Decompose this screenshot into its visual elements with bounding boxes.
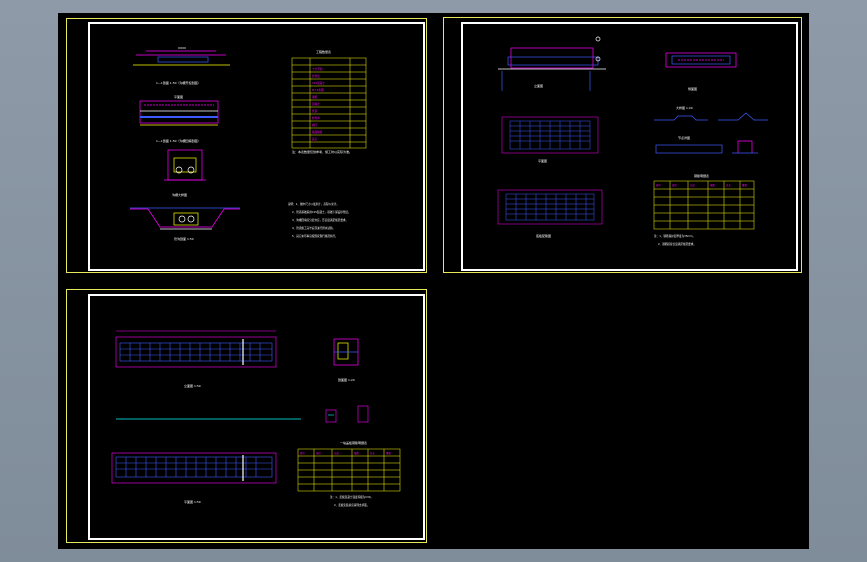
sheet3-elevation bbox=[115, 330, 277, 368]
table-header-cell: 重量 bbox=[386, 451, 391, 455]
note-line: 注：1、盖板混凝土强度等级为C30。 bbox=[330, 495, 373, 499]
table-header-cell: 总长 bbox=[370, 451, 375, 455]
sheet-3-drawing: 立面图 1:50 平面图 1:50 剖面图 1:20 一块盖板钢筋明细表 编号 … bbox=[111, 330, 401, 507]
note-line: 2、盖板安装前应清理支承面。 bbox=[334, 503, 369, 507]
sheet3-notes: 注：1、盖板混凝土强度等级为C30。 2、盖板安装前应清理支承面。 bbox=[330, 495, 373, 507]
drawing-canvas[interactable]: 1—1剖面 1:50（沟槽开挖剖面） 平面图 1—1剖面 1:50（沟槽回填剖面… bbox=[58, 13, 809, 549]
sheet3-table-title: 一块盖板钢筋明细表 bbox=[340, 440, 367, 445]
sheet3-detail bbox=[333, 338, 359, 366]
table-header-cell: 编号 bbox=[300, 451, 305, 455]
sheet3-plan-label: 平面图 1:50 bbox=[184, 500, 201, 504]
table-header-cell: 直径 bbox=[316, 451, 321, 455]
sheet3-elevation-label: 立面图 1:50 bbox=[184, 383, 201, 388]
table-header-cell: 长度 bbox=[334, 451, 339, 455]
sheet3-detail-label: 剖面图 1:20 bbox=[338, 377, 355, 382]
sheet3-table-header: 编号 直径 长度 根数 总长 重量 bbox=[300, 451, 391, 455]
sheet3-rebar-table bbox=[297, 448, 401, 492]
table-header-cell: 根数 bbox=[354, 451, 359, 455]
sheet3-plan bbox=[111, 452, 277, 484]
sheet3-small-details bbox=[325, 405, 369, 423]
